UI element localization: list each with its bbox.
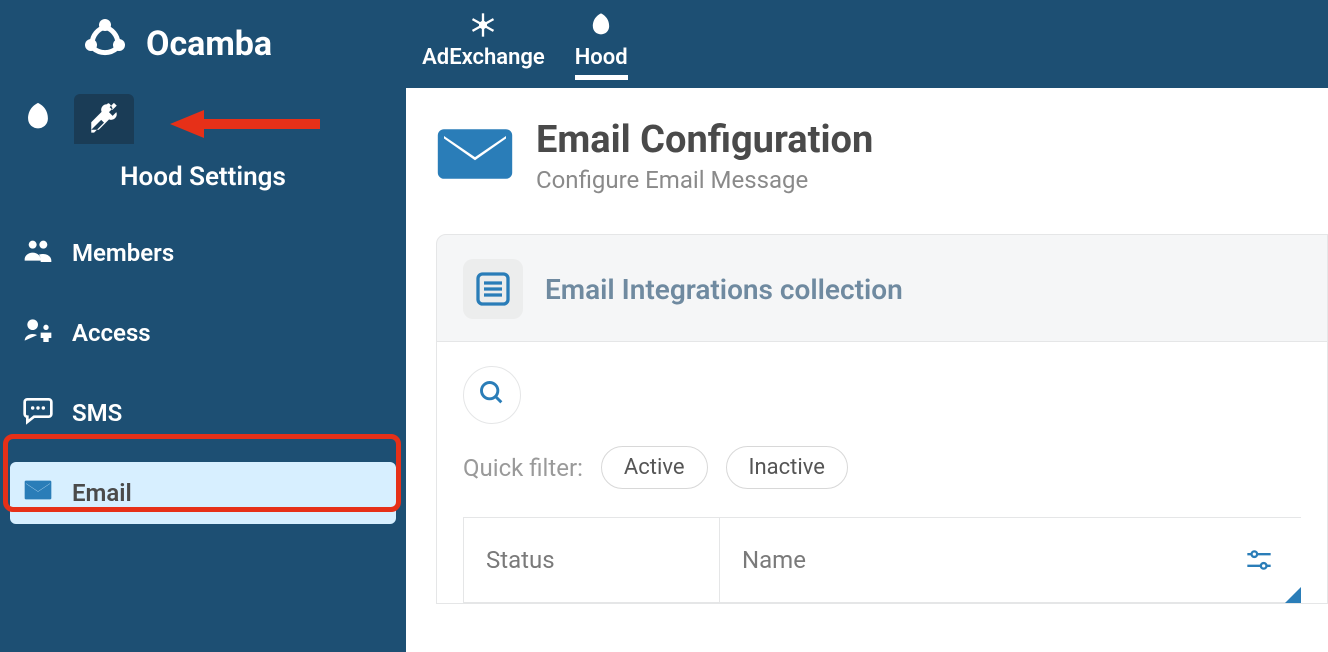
column-header-status[interactable]: Status <box>464 518 720 602</box>
members-icon <box>20 234 56 272</box>
brand[interactable]: Ocamba <box>80 15 272 74</box>
hood-icon <box>586 11 616 45</box>
snowflake-icon <box>468 11 498 45</box>
column-header-name[interactable]: Name <box>720 546 1301 574</box>
topnav-item-hood[interactable]: Hood <box>575 11 628 78</box>
filter-chip-active[interactable]: Active <box>601 446 708 489</box>
panel-title: Email Integrations collection <box>545 273 903 306</box>
page-title: Email Configuration <box>536 118 873 162</box>
sidebar-item-label: SMS <box>72 399 122 427</box>
search-button[interactable] <box>463 366 521 424</box>
sidebar-title: Hood Settings <box>0 162 406 192</box>
list-icon <box>463 259 523 319</box>
brand-logo-icon <box>80 15 130 74</box>
sidebar-list: Members Access SMS Email <box>0 222 406 524</box>
topnav: AdExchange Hood <box>422 11 627 78</box>
hood-icon <box>21 100 55 138</box>
panel-header: Email Integrations collection <box>437 259 1327 341</box>
sidebar-item-email[interactable]: Email <box>10 462 396 524</box>
email-icon <box>20 474 56 512</box>
topnav-label: AdExchange <box>422 45 545 70</box>
main-content: Email Configuration Configure Email Mess… <box>406 88 1328 652</box>
sidebar-tab-settings[interactable] <box>74 94 134 144</box>
sidebar-item-members[interactable]: Members <box>10 222 396 284</box>
page-subtitle: Configure Email Message <box>536 166 873 194</box>
sidebar-tab-hood[interactable] <box>8 94 68 144</box>
sms-icon <box>20 394 56 432</box>
sidebar-item-label: Members <box>72 239 174 267</box>
search-icon <box>478 379 506 411</box>
page-header: Email Configuration Configure Email Mess… <box>436 118 1328 194</box>
topnav-item-adexchange[interactable]: AdExchange <box>422 11 545 78</box>
sidebar: Hood Settings Members Access SMS <box>0 88 406 652</box>
annotation-arrow-icon <box>170 106 320 142</box>
filter-chip-inactive[interactable]: Inactive <box>726 446 848 489</box>
collection-panel: Email Integrations collection Quick filt… <box>436 234 1328 604</box>
sidebar-item-label: Email <box>72 479 132 507</box>
email-icon <box>436 123 514 189</box>
panel-body: Quick filter: Active Inactive Status Nam… <box>437 341 1327 603</box>
brand-name: Ocamba <box>146 24 272 64</box>
quick-filter-label: Quick filter: <box>463 454 583 482</box>
topbar: Ocamba AdExchange Hood <box>0 0 1328 88</box>
sidebar-item-sms[interactable]: SMS <box>10 382 396 444</box>
sidebar-item-access[interactable]: Access <box>10 302 396 364</box>
tools-icon <box>87 100 121 138</box>
quick-filter-row: Quick filter: Active Inactive <box>463 446 1301 489</box>
sidebar-item-label: Access <box>72 319 151 347</box>
access-icon <box>20 314 56 352</box>
resize-corner-icon[interactable] <box>1285 587 1301 603</box>
column-settings-icon[interactable] <box>1245 548 1273 576</box>
table-header: Status Name <box>463 517 1301 603</box>
topnav-label: Hood <box>575 45 628 70</box>
